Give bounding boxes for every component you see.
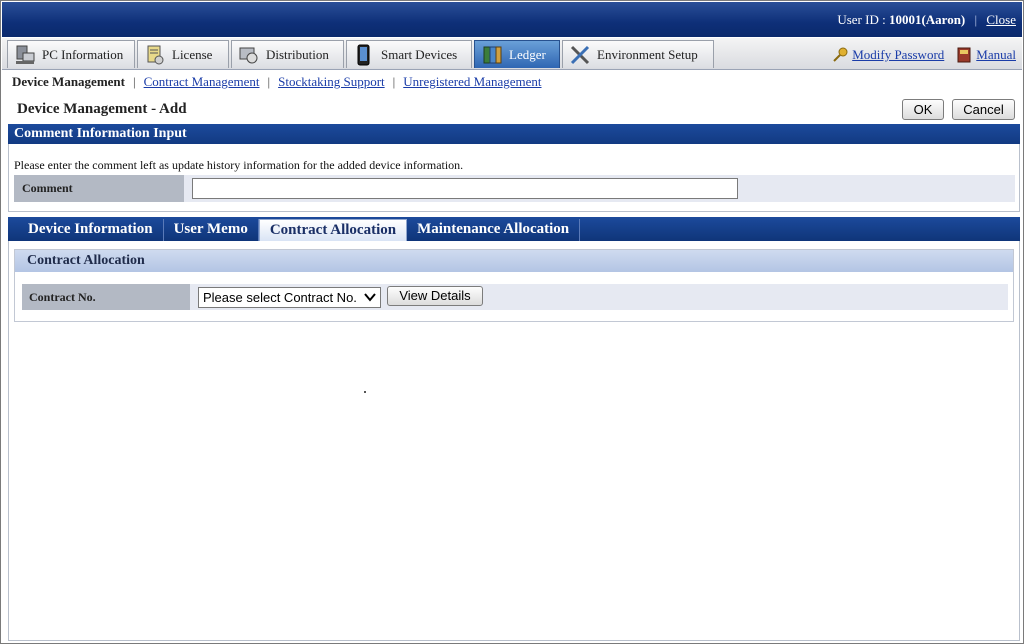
tab-distribution[interactable]: Distribution [231,40,344,68]
comment-input[interactable] [192,178,738,199]
comment-row: Comment [14,175,1015,202]
contract-allocation-box: Contract Allocation Contract No. Please … [14,249,1014,322]
tab-environment-setup[interactable]: Environment Setup [562,40,714,68]
modify-password-link[interactable]: Modify Password [852,47,944,63]
close-link[interactable]: Close [986,12,1016,27]
tab-user-memo[interactable]: User Memo [164,219,259,241]
application-window: User ID : 10001(Aaron) | Close PC Inform… [0,0,1024,644]
contract-no-row: Contract No. Please select Contract No. … [22,284,1008,310]
user-id-label: User ID : 10001(Aaron) [837,12,966,27]
user-id-value: 10001(Aaron) [888,12,966,27]
tab-contract-allocation[interactable]: Contract Allocation [258,219,408,241]
comment-section-heading: Comment Information Input [8,124,1020,144]
sub-nav-contract-management[interactable]: Contract Management [144,74,260,90]
contract-no-select-value: Please select Contract No. [203,290,357,305]
smartphone-icon [353,44,375,66]
comment-section: Please enter the comment left as update … [8,144,1020,212]
tab-ledger[interactable]: Ledger [474,40,560,68]
manual-book-icon [956,47,972,63]
sub-nav-unregistered-management[interactable]: Unregistered Management [403,74,541,90]
contract-no-select[interactable]: Please select Contract No. [198,287,381,308]
chevron-down-icon [364,289,376,308]
tab-device-information[interactable]: Device Information [18,219,164,241]
manual-link[interactable]: Manual [976,47,1016,63]
detail-tabs: Device Information User Memo Contract Al… [8,217,1020,241]
contract-allocation-pane: Contract Allocation Contract No. Please … [8,241,1020,641]
tools-icon [569,44,591,66]
ok-button[interactable]: OK [902,99,944,120]
tab-smart-devices[interactable]: Smart Devices [346,40,472,68]
user-info: User ID : 10001(Aaron) | Close [837,12,1016,27]
tab-maintenance-allocation[interactable]: Maintenance Allocation [407,219,581,241]
contract-no-label: Contract No. [22,284,190,310]
comment-label: Comment [14,175,184,202]
cancel-button[interactable]: Cancel [952,99,1015,120]
comment-instruction: Please enter the comment left as update … [14,158,464,172]
sub-nav: Device Management | Contract Management … [12,74,542,90]
utility-links: Modify Password Manual [832,47,1016,63]
pc-icon [14,44,36,66]
page-title: Device Management - Add [17,101,187,117]
tab-license[interactable]: License [137,40,229,68]
tab-pc-information[interactable]: PC Information [7,40,135,68]
top-header: User ID : 10001(Aaron) | Close [2,2,1022,37]
sub-nav-current: Device Management [12,74,125,89]
stray-dot [364,391,366,393]
license-icon [144,44,166,66]
main-nav: PC Information License Distribution Smar… [2,38,1022,70]
contract-allocation-heading: Contract Allocation [15,250,1013,272]
ledger-icon [481,44,503,66]
view-details-button[interactable]: View Details [387,286,483,306]
distribution-icon [238,44,260,66]
key-icon [832,47,848,63]
sub-nav-stocktaking-support[interactable]: Stocktaking Support [278,74,385,90]
